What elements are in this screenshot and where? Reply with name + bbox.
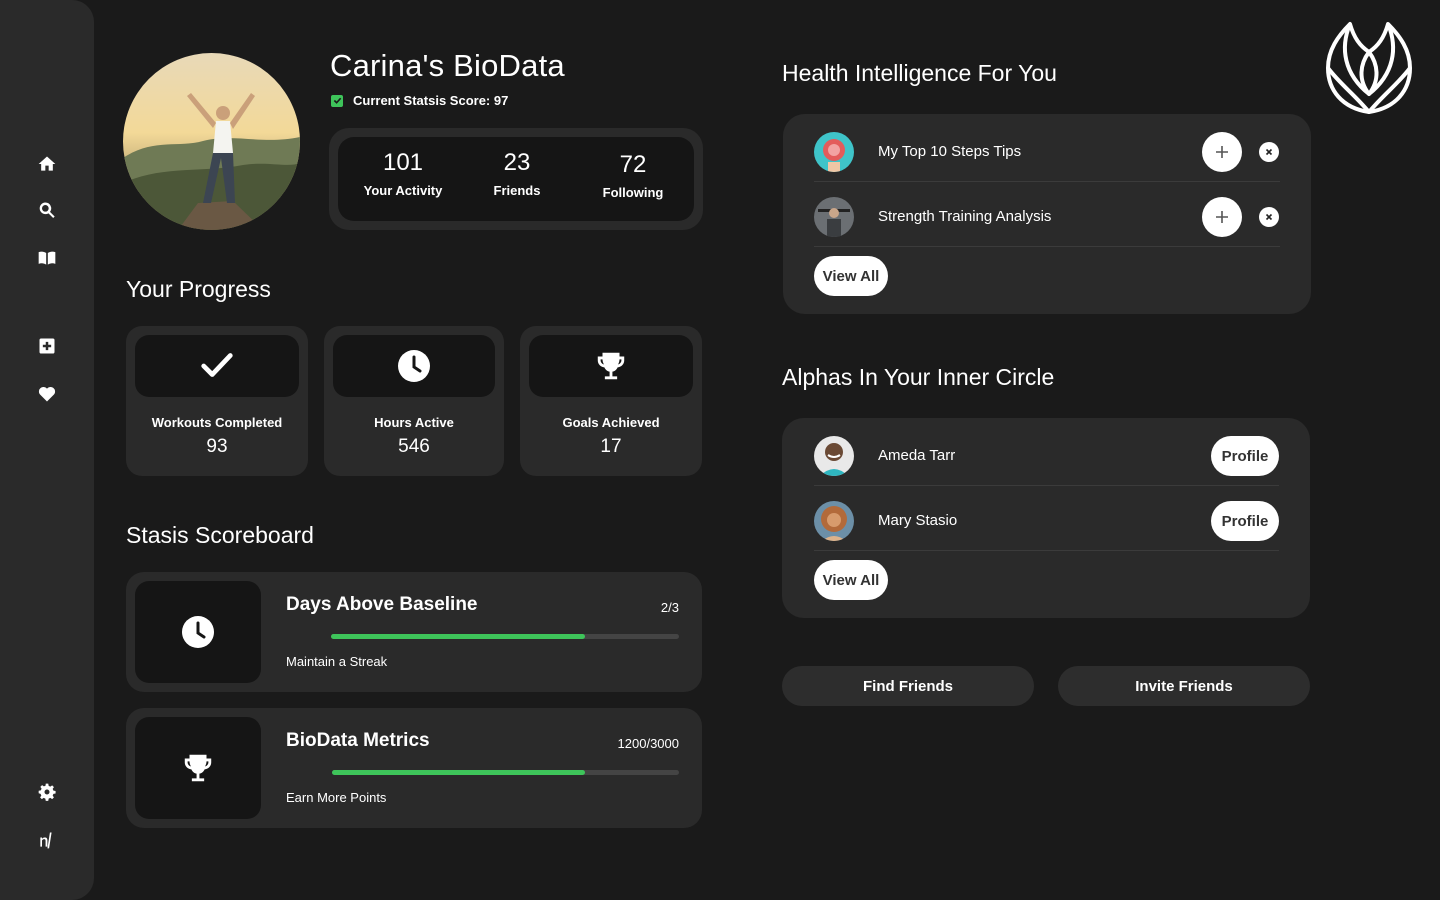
stat-label: Friends: [493, 183, 541, 198]
progress-bar: [331, 634, 679, 639]
brand-logo: [1324, 18, 1414, 114]
scoreboard-item[interactable]: BioData Metrics 1200/3000 Earn More Poin…: [126, 708, 702, 828]
list-item-title: My Top 10 Steps Tips: [878, 143, 1022, 160]
stat-activity[interactable]: 101 Your Activity: [348, 149, 458, 198]
scoreboard-item-ratio: 1200/3000: [617, 736, 679, 751]
scoreboard-item-sub: Earn More Points: [286, 790, 387, 805]
thumbnail: [814, 132, 854, 172]
scoreboard-heading: Stasis Scoreboard: [126, 522, 314, 548]
list-item[interactable]: Ameda Tarr Profile: [814, 421, 1279, 486]
status-score: Current Statsis Score: 97: [331, 93, 508, 108]
home-icon[interactable]: [35, 152, 59, 176]
dismiss-button[interactable]: [1259, 142, 1279, 162]
book-icon[interactable]: [35, 246, 59, 270]
scoreboard-item-name: BioData Metrics: [286, 730, 430, 751]
page-title: Carina's BioData: [330, 48, 565, 83]
list-item[interactable]: My Top 10 Steps Tips: [814, 117, 1280, 182]
avatar: [814, 501, 854, 541]
trophy-icon: [184, 754, 212, 782]
circle-panel: Ameda Tarr Profile Mary Stasio Profile V…: [782, 418, 1310, 618]
scoreboard-item-ratio: 2/3: [660, 600, 679, 615]
stat-following[interactable]: 72 Following: [578, 151, 688, 200]
progress-icon-box: [135, 335, 299, 397]
progress-card-goals: Goals Achieved 17: [520, 326, 702, 476]
progress-bar-fill: [332, 770, 586, 775]
plus-icon: [1216, 211, 1228, 223]
profile-avatar: [123, 53, 300, 230]
progress-icon-box: [333, 335, 495, 397]
thumbnail: [814, 197, 854, 237]
profile-stats-inner: 101 Your Activity 23 Friends 72 Followin…: [338, 137, 694, 221]
progress-value: 546: [398, 436, 430, 457]
profile-stats: 101 Your Activity 23 Friends 72 Followin…: [329, 128, 703, 230]
avatar: [814, 436, 854, 476]
add-icon[interactable]: [35, 334, 59, 358]
health-heading: Health Intelligence For You: [782, 60, 1057, 86]
gear-icon[interactable]: [35, 780, 59, 804]
profile-button[interactable]: Profile: [1211, 436, 1279, 476]
stat-label: Following: [602, 185, 664, 200]
list-item[interactable]: Strength Training Analysis: [814, 182, 1280, 247]
scoreboard-item-name: Days Above Baseline: [286, 594, 478, 615]
view-all-button[interactable]: View All: [814, 256, 888, 296]
view-all-button[interactable]: View All: [814, 560, 888, 600]
close-icon: [1264, 147, 1274, 157]
progress-heading: Your Progress: [126, 276, 271, 302]
divider: [814, 246, 1280, 247]
close-icon: [1264, 212, 1274, 222]
sidebar: [0, 0, 94, 900]
status-score-text: Current Statsis Score: 97: [353, 93, 509, 108]
invite-friends-button[interactable]: Invite Friends: [1058, 666, 1310, 706]
list-item-title: Strength Training Analysis: [878, 208, 1052, 225]
health-panel: My Top 10 Steps Tips Strength Training A…: [783, 114, 1311, 314]
scoreboard-item[interactable]: Days Above Baseline 2/3 Maintain a Strea…: [126, 572, 702, 692]
member-name: Mary Stasio: [878, 512, 958, 529]
add-button[interactable]: [1202, 132, 1242, 172]
progress-label: Workouts Completed: [151, 415, 283, 430]
check-icon: [201, 353, 233, 377]
progress-bar: [332, 770, 679, 775]
scoreboard-item-sub: Maintain a Streak: [286, 654, 388, 669]
clock-icon: [182, 616, 214, 648]
find-friends-button[interactable]: Find Friends: [782, 666, 1034, 706]
progress-card-hours: Hours Active 546: [324, 326, 504, 476]
scoreboard-icon-box: [135, 717, 261, 819]
divider: [814, 550, 1279, 551]
circle-heading: Alphas In Your Inner Circle: [782, 364, 1055, 390]
add-button[interactable]: [1202, 197, 1242, 237]
stat-value: 101: [382, 149, 424, 176]
stat-friends[interactable]: 23 Friends: [462, 149, 572, 198]
progress-label: Hours Active: [374, 415, 454, 430]
checkbox-icon: [331, 94, 343, 107]
dismiss-button[interactable]: [1259, 207, 1279, 227]
progress-bar-fill: [331, 634, 586, 639]
progress-value: 93: [206, 436, 228, 457]
progress-label: Goals Achieved: [562, 415, 660, 430]
clock-icon: [398, 350, 430, 382]
list-item[interactable]: Mary Stasio Profile: [814, 486, 1279, 551]
stat-label: Your Activity: [363, 183, 443, 198]
stat-value: 72: [619, 151, 647, 178]
stat-value: 23: [503, 149, 531, 176]
plus-icon: [1216, 146, 1228, 158]
member-name: Ameda Tarr: [878, 447, 956, 464]
progress-icon-box: [529, 335, 693, 397]
progress-value: 17: [600, 436, 622, 457]
trophy-icon: [597, 352, 625, 380]
heart-icon[interactable]: [35, 382, 59, 406]
progress-card-workouts: Workouts Completed 93: [126, 326, 308, 476]
scoreboard-icon-box: [135, 581, 261, 683]
profile-button[interactable]: Profile: [1211, 501, 1279, 541]
search-icon[interactable]: [35, 198, 59, 222]
logo-mark-icon[interactable]: [35, 828, 59, 852]
